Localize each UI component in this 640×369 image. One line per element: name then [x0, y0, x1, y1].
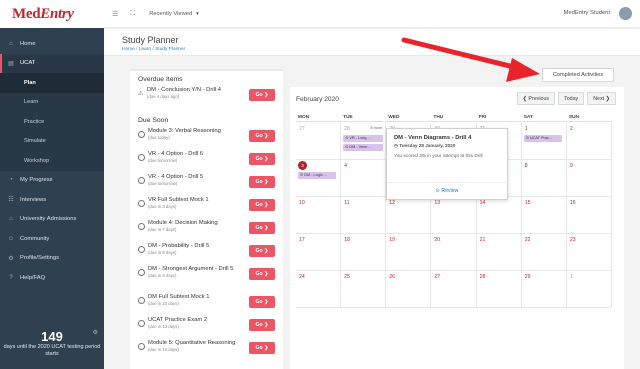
arrow-shaft [401, 37, 525, 72]
arrow-head [506, 58, 540, 82]
annotation-arrow-icon [401, 37, 540, 82]
